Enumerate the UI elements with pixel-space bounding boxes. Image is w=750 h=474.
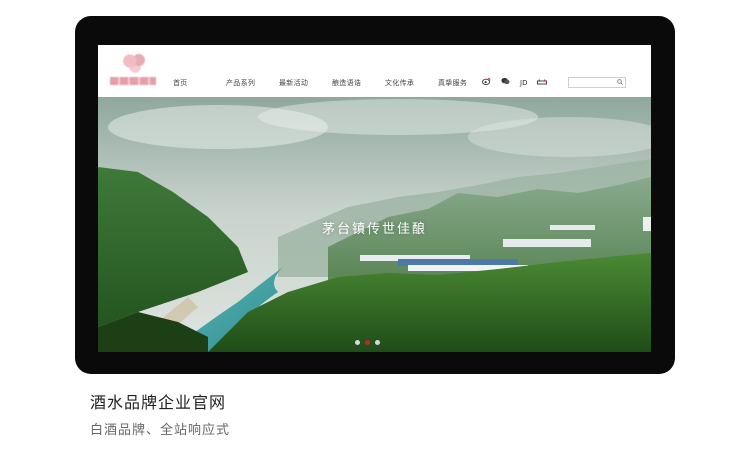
wechat-icon[interactable] <box>501 77 510 88</box>
tmall-icon[interactable] <box>537 78 548 88</box>
nav-item-brewing[interactable]: 酿造语诰 <box>332 78 385 88</box>
device-frame: 首页 产品系列 最新活动 酿造语诰 文化传承 真挚服务 JD 茅台镇传世佳酿 <box>75 16 675 374</box>
search-input[interactable] <box>569 88 617 96</box>
side-tab[interactable] <box>643 217 651 231</box>
carousel-dots <box>355 340 380 345</box>
social-links: JD <box>482 77 548 88</box>
logo-mark <box>122 53 148 73</box>
website-screen: 首页 产品系列 最新活动 酿造语诰 文化传承 真挚服务 JD 茅台镇传世佳酿 <box>98 45 651 352</box>
search-icon[interactable] <box>617 79 623 85</box>
nav-item-products[interactable]: 产品系列 <box>226 78 279 88</box>
nav-item-culture[interactable]: 文化传承 <box>385 78 438 88</box>
site-header: 首页 产品系列 最新活动 酿造语诰 文化传承 真挚服务 JD <box>98 45 651 97</box>
weibo-icon[interactable] <box>482 77 491 88</box>
brand-logo[interactable] <box>108 53 158 89</box>
nav-item-home[interactable]: 首页 <box>173 78 226 88</box>
search-box <box>568 77 626 96</box>
caption-subtitle: 白酒品牌、全站响应式 <box>90 423 231 438</box>
hero-banner[interactable]: 茅台镇传世佳酿 <box>98 97 651 352</box>
jd-icon[interactable]: JD <box>520 78 527 88</box>
main-nav: 首页 产品系列 最新活动 酿造语诰 文化传承 真挚服务 <box>173 78 491 88</box>
hero-title: 茅台镇传世佳酿 <box>321 222 427 237</box>
nav-item-events[interactable]: 最新活动 <box>279 78 332 88</box>
carousel-dot-active[interactable] <box>365 340 370 345</box>
carousel-dot[interactable] <box>355 340 360 345</box>
carousel-dot[interactable] <box>375 340 380 345</box>
caption-title: 酒水品牌企业官网 <box>90 393 227 412</box>
logo-wordmark <box>110 77 156 85</box>
